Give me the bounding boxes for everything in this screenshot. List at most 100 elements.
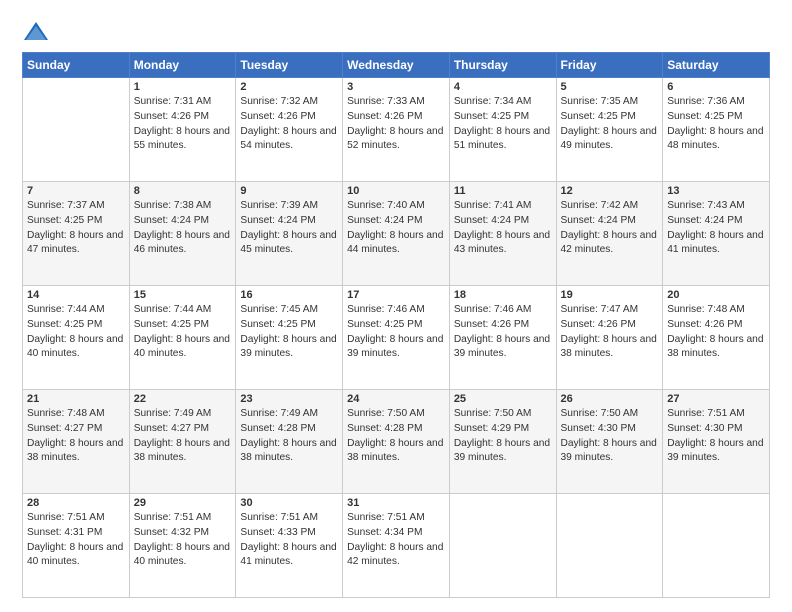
- sunset-text: Sunset: 4:33 PM: [240, 527, 315, 538]
- calendar-week-row: 21Sunrise: 7:48 AMSunset: 4:27 PMDayligh…: [23, 390, 770, 494]
- daylight-text: Daylight: 8 hours and 38 minutes.: [240, 438, 336, 464]
- calendar-cell: 14 Sunrise: 7:44 AMSunset: 4:25 PMDayligh…: [23, 286, 130, 390]
- day-number: 5: [561, 81, 659, 93]
- sunrise-text: Sunrise: 7:35 AM: [561, 96, 639, 107]
- day-info: Sunrise: 7:51 AMSunset: 4:34 PMDaylight:…: [347, 511, 445, 570]
- logo: [22, 18, 54, 46]
- calendar-table: SundayMondayTuesdayWednesdayThursdayFrid…: [22, 52, 770, 598]
- weekday-header: Saturday: [663, 53, 770, 78]
- weekday-header: Friday: [556, 53, 663, 78]
- sunrise-text: Sunrise: 7:32 AM: [240, 96, 318, 107]
- day-number: 22: [134, 393, 232, 405]
- calendar-cell: 16Sunrise: 7:45 AMSunset: 4:25 PMDayligh…: [236, 286, 343, 390]
- daylight-text: Daylight: 8 hours and 45 minutes.: [240, 230, 336, 256]
- sunset-text: Sunset: 4:28 PM: [347, 423, 422, 434]
- sunrise-text: Sunrise: 7:48 AM: [667, 304, 745, 315]
- day-number: 23: [240, 393, 338, 405]
- sunrise-text: Sunrise: 7:48 AM: [27, 408, 105, 419]
- day-number: 8: [134, 185, 232, 197]
- sunset-text: Sunset: 4:28 PM: [240, 423, 315, 434]
- calendar-cell: 27Sunrise: 7:51 AMSunset: 4:30 PMDayligh…: [663, 390, 770, 494]
- day-info: Sunrise: 7:40 AMSunset: 4:24 PMDaylight:…: [347, 199, 445, 258]
- day-info: Sunrise: 7:47 AMSunset: 4:26 PMDaylight:…: [561, 303, 659, 362]
- day-info: Sunrise: 7:32 AMSunset: 4:26 PMDaylight:…: [240, 95, 338, 154]
- sunset-text: Sunset: 4:24 PM: [134, 215, 209, 226]
- sunset-text: Sunset: 4:25 PM: [454, 111, 529, 122]
- calendar-cell: 31 Sunrise: 7:51 AMSunset: 4:34 PMDayligh…: [343, 494, 450, 598]
- sunset-text: Sunset: 4:32 PM: [134, 527, 209, 538]
- sunrise-text: Sunrise: 7:50 AM: [347, 408, 425, 419]
- sunrise-text: Sunrise: 7:49 AM: [134, 408, 212, 419]
- header: [22, 18, 770, 46]
- day-number: 4: [454, 81, 552, 93]
- day-info: Sunrise: 7:50 AM Sunset: 4:28 PM Daylight:…: [347, 407, 445, 466]
- daylight-text: Daylight: 8 hours and 38 minutes.: [667, 334, 763, 360]
- daylight-text: Daylight: 8 hours and 42 minutes.: [347, 542, 443, 568]
- calendar-cell: 12Sunrise: 7:42 AMSunset: 4:24 PMDayligh…: [556, 182, 663, 286]
- sunset-text: Sunset: 4:24 PM: [454, 215, 529, 226]
- calendar-cell: 25Sunrise: 7:50 AMSunset: 4:29 PMDayligh…: [449, 390, 556, 494]
- weekday-header: Monday: [129, 53, 236, 78]
- day-info: Sunrise: 7:33 AMSunset: 4:26 PMDaylight:…: [347, 95, 445, 154]
- calendar-cell: 11Sunrise: 7:41 AMSunset: 4:24 PMDayligh…: [449, 182, 556, 286]
- daylight-text: Daylight: 8 hours and 52 minutes.: [347, 126, 443, 152]
- sunset-text: Sunset: 4:25 PM: [134, 319, 209, 330]
- day-number: 14: [27, 289, 125, 301]
- daylight-text: Daylight: 8 hours and 49 minutes.: [561, 126, 657, 152]
- daylight-text: Daylight: 8 hours and 38 minutes.: [347, 438, 443, 464]
- daylight-text: Daylight: 8 hours and 38 minutes.: [27, 438, 123, 464]
- daylight-text: Daylight: 8 hours and 48 minutes.: [667, 126, 763, 152]
- sunset-text: Sunset: 4:27 PM: [27, 423, 102, 434]
- daylight-text: Daylight: 8 hours and 46 minutes.: [134, 230, 230, 256]
- logo-icon: [22, 18, 50, 46]
- sunset-text: Sunset: 4:27 PM: [134, 423, 209, 434]
- sunrise-text: Sunrise: 7:49 AM: [240, 408, 318, 419]
- calendar-cell: 6Sunrise: 7:36 AMSunset: 4:25 PMDaylight…: [663, 78, 770, 182]
- day-info: Sunrise: 7:44 AMSunset: 4:25 PMDaylight:…: [27, 303, 125, 362]
- sunset-text: Sunset: 4:25 PM: [561, 111, 636, 122]
- sunrise-text: Sunrise: 7:51 AM: [134, 512, 212, 523]
- calendar-cell: 9Sunrise: 7:39 AMSunset: 4:24 PMDaylight…: [236, 182, 343, 286]
- weekday-header: Wednesday: [343, 53, 450, 78]
- sunrise-text: Sunrise: 7:38 AM: [134, 200, 212, 211]
- day-number: 24: [347, 393, 445, 405]
- day-info: Sunrise: 7:31 AMSunset: 4:26 PMDaylight:…: [134, 95, 232, 154]
- calendar-cell: 22Sunrise: 7:49 AMSunset: 4:27 PMDayligh…: [129, 390, 236, 494]
- day-number: 10: [347, 185, 445, 197]
- day-number: 20: [667, 289, 765, 301]
- day-info: Sunrise: 7:48 AMSunset: 4:26 PMDaylight:…: [667, 303, 765, 362]
- sunrise-text: Sunrise: 7:42 AM: [561, 200, 639, 211]
- calendar-cell: 7Sunrise: 7:37 AMSunset: 4:25 PMDaylight…: [23, 182, 130, 286]
- day-number: 31: [347, 497, 445, 509]
- sunrise-text: Sunrise: 7:41 AM: [454, 200, 532, 211]
- sunset-text: Sunset: 4:29 PM: [454, 423, 529, 434]
- daylight-text: Daylight: 8 hours and 44 minutes.: [347, 230, 443, 256]
- calendar-week-row: 28Sunrise: 7:51 AMSunset: 4:31 PMDayligh…: [23, 494, 770, 598]
- day-number: 7: [27, 185, 125, 197]
- day-info: Sunrise: 7:48 AM Sunset: 4:27 PM Daylight:…: [27, 407, 125, 466]
- day-number: 30: [240, 497, 338, 509]
- daylight-text: Daylight: 8 hours and 40 minutes.: [134, 542, 230, 568]
- calendar-cell: 21Sunrise: 7:48 AMSunset: 4:27 PMDayligh…: [23, 390, 130, 494]
- calendar-week-row: 7Sunrise: 7:37 AMSunset: 4:25 PMDaylight…: [23, 182, 770, 286]
- daylight-text: Daylight: 8 hours and 42 minutes.: [561, 230, 657, 256]
- sunrise-text: Sunrise: 7:39 AM: [240, 200, 318, 211]
- day-number: 29: [134, 497, 232, 509]
- sunrise-text: Sunrise: 7:33 AM: [347, 96, 425, 107]
- day-info: Sunrise: 7:49 AMSunset: 4:27 PMDaylight:…: [134, 407, 232, 466]
- sunrise-text: Sunrise: 7:50 AM: [561, 408, 639, 419]
- day-number: 25: [454, 393, 552, 405]
- sunset-text: Sunset: 4:24 PM: [561, 215, 636, 226]
- calendar-cell: 10 Sunrise: 7:40 AMSunset: 4:24 PMDayligh…: [343, 182, 450, 286]
- weekday-header-row: SundayMondayTuesdayWednesdayThursdayFrid…: [23, 53, 770, 78]
- calendar-week-row: 14 Sunrise: 7:44 AMSunset: 4:25 PMDayligh…: [23, 286, 770, 390]
- day-number: 3: [347, 81, 445, 93]
- sunrise-text: Sunrise: 7:51 AM: [240, 512, 318, 523]
- day-number: 28: [27, 497, 125, 509]
- calendar-cell: 5 Sunrise: 7:35 AM Sunset: 4:25 PM Daylight…: [556, 78, 663, 182]
- weekday-header: Thursday: [449, 53, 556, 78]
- day-number: 1: [134, 81, 232, 93]
- sunrise-text: Sunrise: 7:36 AM: [667, 96, 745, 107]
- sunrise-text: Sunrise: 7:51 AM: [667, 408, 745, 419]
- day-number: 27: [667, 393, 765, 405]
